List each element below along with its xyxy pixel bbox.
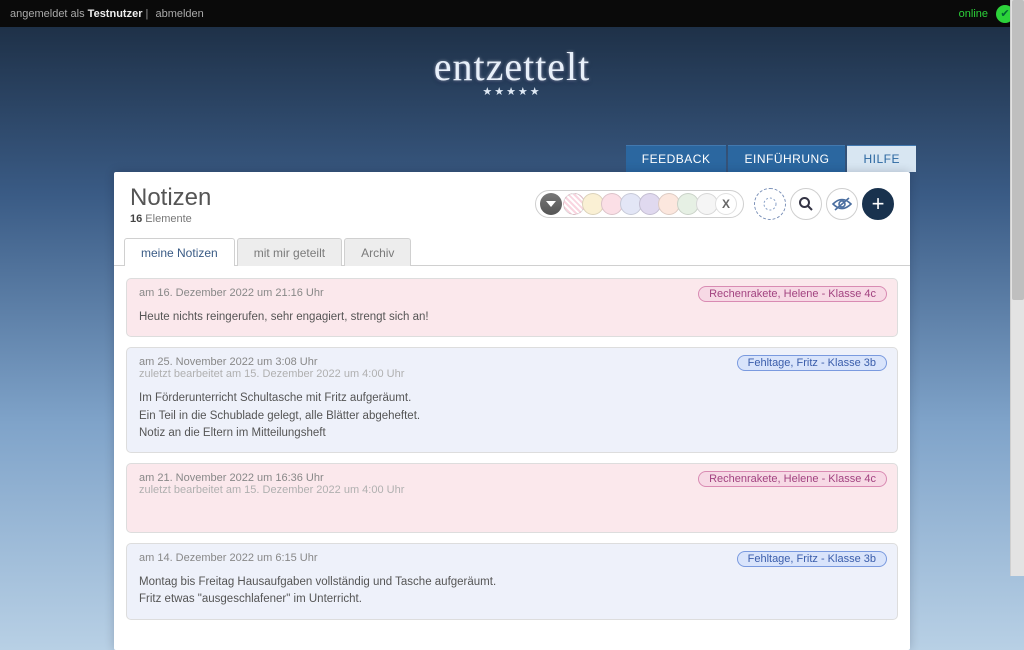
- color-filter-group: X: [535, 190, 744, 218]
- scrollbar-track[interactable]: [1010, 0, 1024, 576]
- tab-archive[interactable]: Archiv: [344, 238, 411, 266]
- student-badge[interactable]: Fehltage, Fritz - Klasse 3b: [737, 551, 887, 567]
- tab-my-notes[interactable]: meine Notizen: [124, 238, 235, 266]
- item-count-label: Elemente: [142, 213, 192, 225]
- note-timestamp: am 21. November 2022 um 16:36 Uhr: [139, 472, 324, 484]
- note-edited-text: zuletzt bearbeitet am 15. Dezember 2022 …: [139, 484, 404, 496]
- search-icon: [798, 196, 814, 212]
- note-body: [139, 506, 885, 522]
- search-button[interactable]: [790, 188, 822, 220]
- note-timestamp: am 16. Dezember 2022 um 21:16 Uhr: [139, 287, 324, 299]
- username: Testnutzer: [88, 8, 143, 20]
- logout-link[interactable]: abmelden: [155, 8, 203, 20]
- note-card[interactable]: Rechenrakete, Helene - Klasse 4c am 16. …: [126, 278, 898, 337]
- student-badge[interactable]: Rechenrakete, Helene - Klasse 4c: [698, 286, 887, 302]
- tab-shared-with-me[interactable]: mit mir geteilt: [237, 238, 342, 266]
- page-title: Notizen: [130, 184, 211, 212]
- topbar: angemeldet als Testnutzer | abmelden onl…: [0, 0, 1024, 27]
- page-subtitle: 16 Elemente: [130, 213, 211, 225]
- note-card[interactable]: Fehltage, Fritz - Klasse 3b am 14. Dezem…: [126, 543, 898, 620]
- add-note-button[interactable]: +: [862, 188, 894, 220]
- scrollbar-thumb[interactable]: [1012, 0, 1024, 300]
- x-label: X: [722, 197, 730, 211]
- note-body: Montag bis Freitag Hausaufgaben vollstän…: [139, 574, 885, 609]
- student-badge[interactable]: Fehltage, Fritz - Klasse 3b: [737, 355, 887, 371]
- note-timestamp: am 14. Dezember 2022 um 6:15 Uhr: [139, 552, 318, 564]
- eye-slash-icon: [832, 197, 852, 211]
- tag-icon: [762, 196, 778, 212]
- header: entzettelt ★★★★★ FEEDBACK EINFÜHRUNG HIL…: [0, 27, 1024, 145]
- login-status: angemeldet als Testnutzer | abmelden: [10, 8, 204, 20]
- item-count: 16: [130, 213, 142, 225]
- note-card[interactable]: Fehltage, Fritz - Klasse 3b am 25. Novem…: [126, 347, 898, 453]
- color-clear-button[interactable]: X: [715, 193, 737, 215]
- chevron-down-icon: [546, 201, 556, 207]
- note-body: Heute nichts reingerufen, sehr engagiert…: [139, 309, 885, 326]
- logo-text: entzettelt: [0, 47, 1024, 87]
- visibility-toggle-button[interactable]: [826, 188, 858, 220]
- online-status: online: [959, 8, 988, 20]
- nav-intro[interactable]: EINFÜHRUNG: [728, 145, 845, 172]
- nav-help[interactable]: HILFE: [847, 145, 916, 172]
- logo-stars: ★★★★★: [0, 85, 1024, 98]
- main-panel: Notizen 16 Elemente X: [114, 172, 910, 650]
- note-body: Im Förderunterricht Schultasche mit Frit…: [139, 390, 885, 442]
- nav-feedback[interactable]: FEEDBACK: [626, 145, 727, 172]
- student-badge[interactable]: Rechenrakete, Helene - Klasse 4c: [698, 471, 887, 487]
- note-list: Rechenrakete, Helene - Klasse 4c am 16. …: [114, 266, 910, 650]
- login-sep: |: [142, 8, 151, 20]
- plus-icon: +: [872, 191, 885, 217]
- note-edited-text: zuletzt bearbeitet am 15. Dezember 2022 …: [139, 368, 404, 380]
- note-card[interactable]: Rechenrakete, Helene - Klasse 4c am 21. …: [126, 463, 898, 533]
- note-timestamp: am 25. November 2022 um 3:08 Uhr: [139, 356, 318, 368]
- tag-filter-button[interactable]: [754, 188, 786, 220]
- filter-expand-button[interactable]: [540, 193, 562, 215]
- toolbar: X +: [535, 188, 894, 220]
- login-prefix: angemeldet als: [10, 8, 88, 20]
- note-tabs: meine Notizen mit mir geteilt Archiv: [114, 237, 910, 266]
